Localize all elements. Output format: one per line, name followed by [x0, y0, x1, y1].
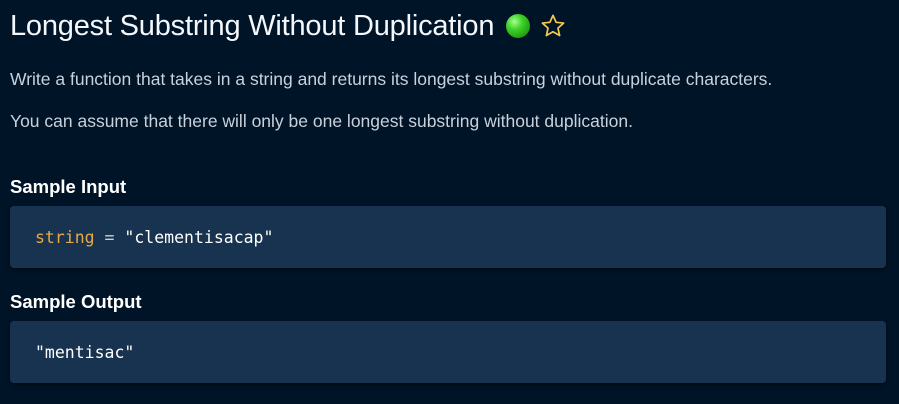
title-row: Longest Substring Without Duplication: [10, 0, 886, 52]
sample-output-code-block: "mentisac": [10, 321, 886, 383]
sample-output-heading: Sample Output: [10, 291, 142, 312]
problem-page: Longest Substring Without Duplication Wr…: [10, 0, 886, 383]
code-operator: =: [94, 227, 125, 247]
favorite-star-icon[interactable]: [540, 13, 566, 39]
code-output-value: "mentisac": [35, 342, 135, 362]
difficulty-status-icon: [506, 14, 531, 38]
code-string-value: "clementisacap": [124, 227, 274, 247]
code-variable: string: [35, 227, 95, 247]
problem-title: Longest Substring Without Duplication: [10, 10, 495, 42]
sample-input-code-block: string = "clementisacap": [10, 206, 886, 268]
description-paragraph: Write a function that takes in a string …: [10, 69, 773, 89]
sample-input-heading: Sample Input: [10, 176, 127, 197]
description-paragraph: You can assume that there will only be o…: [10, 111, 633, 131]
